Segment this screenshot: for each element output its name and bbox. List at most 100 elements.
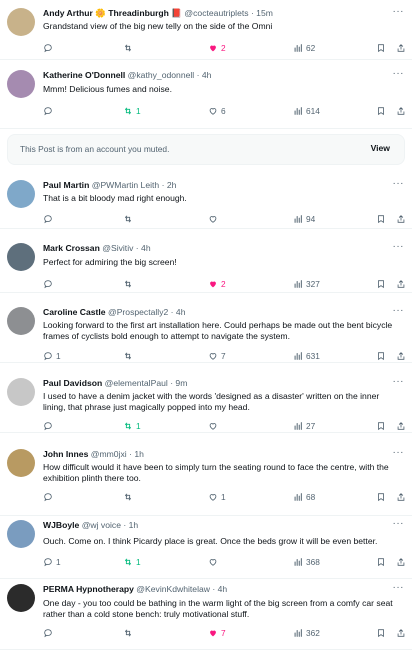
post-time[interactable]: · 1h <box>123 520 138 530</box>
post-time[interactable]: · 4h <box>136 243 151 253</box>
repost-button[interactable] <box>123 491 136 503</box>
like-button[interactable]: 2 <box>208 278 226 290</box>
like-button[interactable]: 1 <box>208 491 226 503</box>
views-button[interactable]: 614 <box>293 105 320 117</box>
like-button[interactable]: 7 <box>208 627 226 639</box>
more-options-icon[interactable]: ··· <box>393 68 405 79</box>
share-button[interactable] <box>396 491 406 503</box>
share-button[interactable] <box>396 420 406 432</box>
like-button[interactable] <box>208 420 221 432</box>
avatar[interactable] <box>7 584 35 612</box>
post[interactable]: Paul Martin @PWMartin Leith · 2h ··· Tha… <box>0 167 412 229</box>
author-name[interactable]: Katherine O'Donnell <box>43 70 125 80</box>
repost-button[interactable] <box>123 627 136 639</box>
author-name[interactable]: Paul Martin <box>43 180 89 190</box>
author-handle[interactable]: @elementalPaul <box>105 378 168 388</box>
views-button[interactable]: 368 <box>293 556 320 568</box>
reply-button[interactable] <box>43 278 56 290</box>
author-name[interactable]: PERMA Hypnotherapy <box>43 584 134 594</box>
post-time[interactable]: · 9m <box>170 378 187 388</box>
view-muted-post-button[interactable]: View <box>371 143 390 153</box>
avatar[interactable] <box>7 378 35 406</box>
post-time[interactable]: · 2h <box>162 180 177 190</box>
repost-button[interactable]: 1 <box>123 420 141 432</box>
more-options-icon[interactable]: ··· <box>393 582 405 593</box>
repost-button[interactable] <box>123 213 136 225</box>
bookmark-button[interactable] <box>376 213 386 225</box>
bookmark-button[interactable] <box>376 491 386 503</box>
bookmark-button[interactable] <box>376 556 386 568</box>
author-handle[interactable]: @Sivitiv <box>102 243 133 253</box>
avatar[interactable] <box>7 70 35 98</box>
repost-button[interactable] <box>123 350 136 362</box>
repost-button[interactable] <box>123 42 136 54</box>
more-options-icon[interactable]: ··· <box>393 178 405 189</box>
share-button[interactable] <box>396 350 406 362</box>
bookmark-button[interactable] <box>376 42 386 54</box>
post[interactable]: John Innes @mm0jxi · 1h ··· How difficul… <box>0 433 412 516</box>
post[interactable]: Katherine O'Donnell @kathy_odonnell · 4h… <box>0 60 412 129</box>
author-name[interactable]: Mark Crossan <box>43 243 100 253</box>
share-button[interactable] <box>396 627 406 639</box>
reply-button[interactable] <box>43 105 56 117</box>
author-handle[interactable]: @cocteautriplets <box>184 8 248 18</box>
post[interactable]: WJBoyle @wj voice · 1h ··· Ouch. Come on… <box>0 516 412 579</box>
share-button[interactable] <box>396 42 406 54</box>
bookmark-button[interactable] <box>376 420 386 432</box>
repost-button[interactable] <box>123 278 136 290</box>
share-button[interactable] <box>396 556 406 568</box>
views-button[interactable]: 94 <box>293 213 315 225</box>
bookmark-button[interactable] <box>376 350 386 362</box>
reply-button[interactable] <box>43 491 56 503</box>
repost-button[interactable]: 1 <box>123 556 141 568</box>
more-options-icon[interactable]: ··· <box>393 376 405 387</box>
views-button[interactable]: 27 <box>293 420 315 432</box>
reply-button[interactable]: 1 <box>43 556 61 568</box>
author-handle[interactable]: @wj voice <box>82 520 121 530</box>
avatar[interactable] <box>7 8 35 36</box>
views-button[interactable]: 68 <box>293 491 315 503</box>
author-handle[interactable]: @mm0jxi <box>91 449 127 459</box>
post-time[interactable]: · 1h <box>129 449 144 459</box>
bookmark-button[interactable] <box>376 278 386 290</box>
post[interactable]: PERMA Hypnotherapy @KevinKdwhitelaw · 4h… <box>0 579 412 650</box>
author-handle[interactable]: @PWMartin Leith <box>92 180 159 190</box>
author-name[interactable]: Caroline Castle <box>43 307 106 317</box>
reply-button[interactable] <box>43 213 56 225</box>
like-button[interactable]: 6 <box>208 105 226 117</box>
author-handle[interactable]: @KevinKdwhitelaw <box>136 584 210 594</box>
more-options-icon[interactable]: ··· <box>393 241 405 252</box>
post[interactable]: Mark Crossan @Sivitiv · 4h ··· Perfect f… <box>0 229 412 293</box>
views-button[interactable]: 327 <box>293 278 320 290</box>
like-button[interactable] <box>208 213 221 225</box>
post-time[interactable]: · 4h <box>197 70 212 80</box>
avatar[interactable] <box>7 520 35 548</box>
author-handle[interactable]: @kathy_odonnell <box>128 70 195 80</box>
more-options-icon[interactable]: ··· <box>393 518 405 529</box>
more-options-icon[interactable]: ··· <box>393 6 405 17</box>
views-button[interactable]: 62 <box>293 42 315 54</box>
author-name[interactable]: WJBoyle <box>43 520 79 530</box>
share-button[interactable] <box>396 278 406 290</box>
reply-button[interactable] <box>43 627 56 639</box>
post[interactable]: Andy Arthur 🌼 Threadinburgh 📕 @cocteautr… <box>0 0 412 60</box>
bookmark-button[interactable] <box>376 627 386 639</box>
like-button[interactable]: 2 <box>208 42 226 54</box>
like-button[interactable] <box>208 556 221 568</box>
reply-button[interactable]: 1 <box>43 350 61 362</box>
post-time[interactable]: · 4h <box>212 584 227 594</box>
repost-button[interactable]: 1 <box>123 105 141 117</box>
share-button[interactable] <box>396 213 406 225</box>
avatar[interactable] <box>7 449 35 477</box>
reply-button[interactable] <box>43 42 56 54</box>
avatar[interactable] <box>7 243 35 271</box>
author-name[interactable]: Andy Arthur 🌼 Threadinburgh 📕 <box>43 8 182 18</box>
author-handle[interactable]: @Prospectally2 <box>108 307 168 317</box>
author-name[interactable]: John Innes <box>43 449 88 459</box>
post[interactable]: Caroline Castle @Prospectally2 · 4h ··· … <box>0 293 412 363</box>
reply-button[interactable] <box>43 420 56 432</box>
author-name[interactable]: Paul Davidson <box>43 378 102 388</box>
post-time[interactable]: · 4h <box>171 307 186 317</box>
more-options-icon[interactable]: ··· <box>393 447 405 458</box>
views-button[interactable]: 631 <box>293 350 320 362</box>
